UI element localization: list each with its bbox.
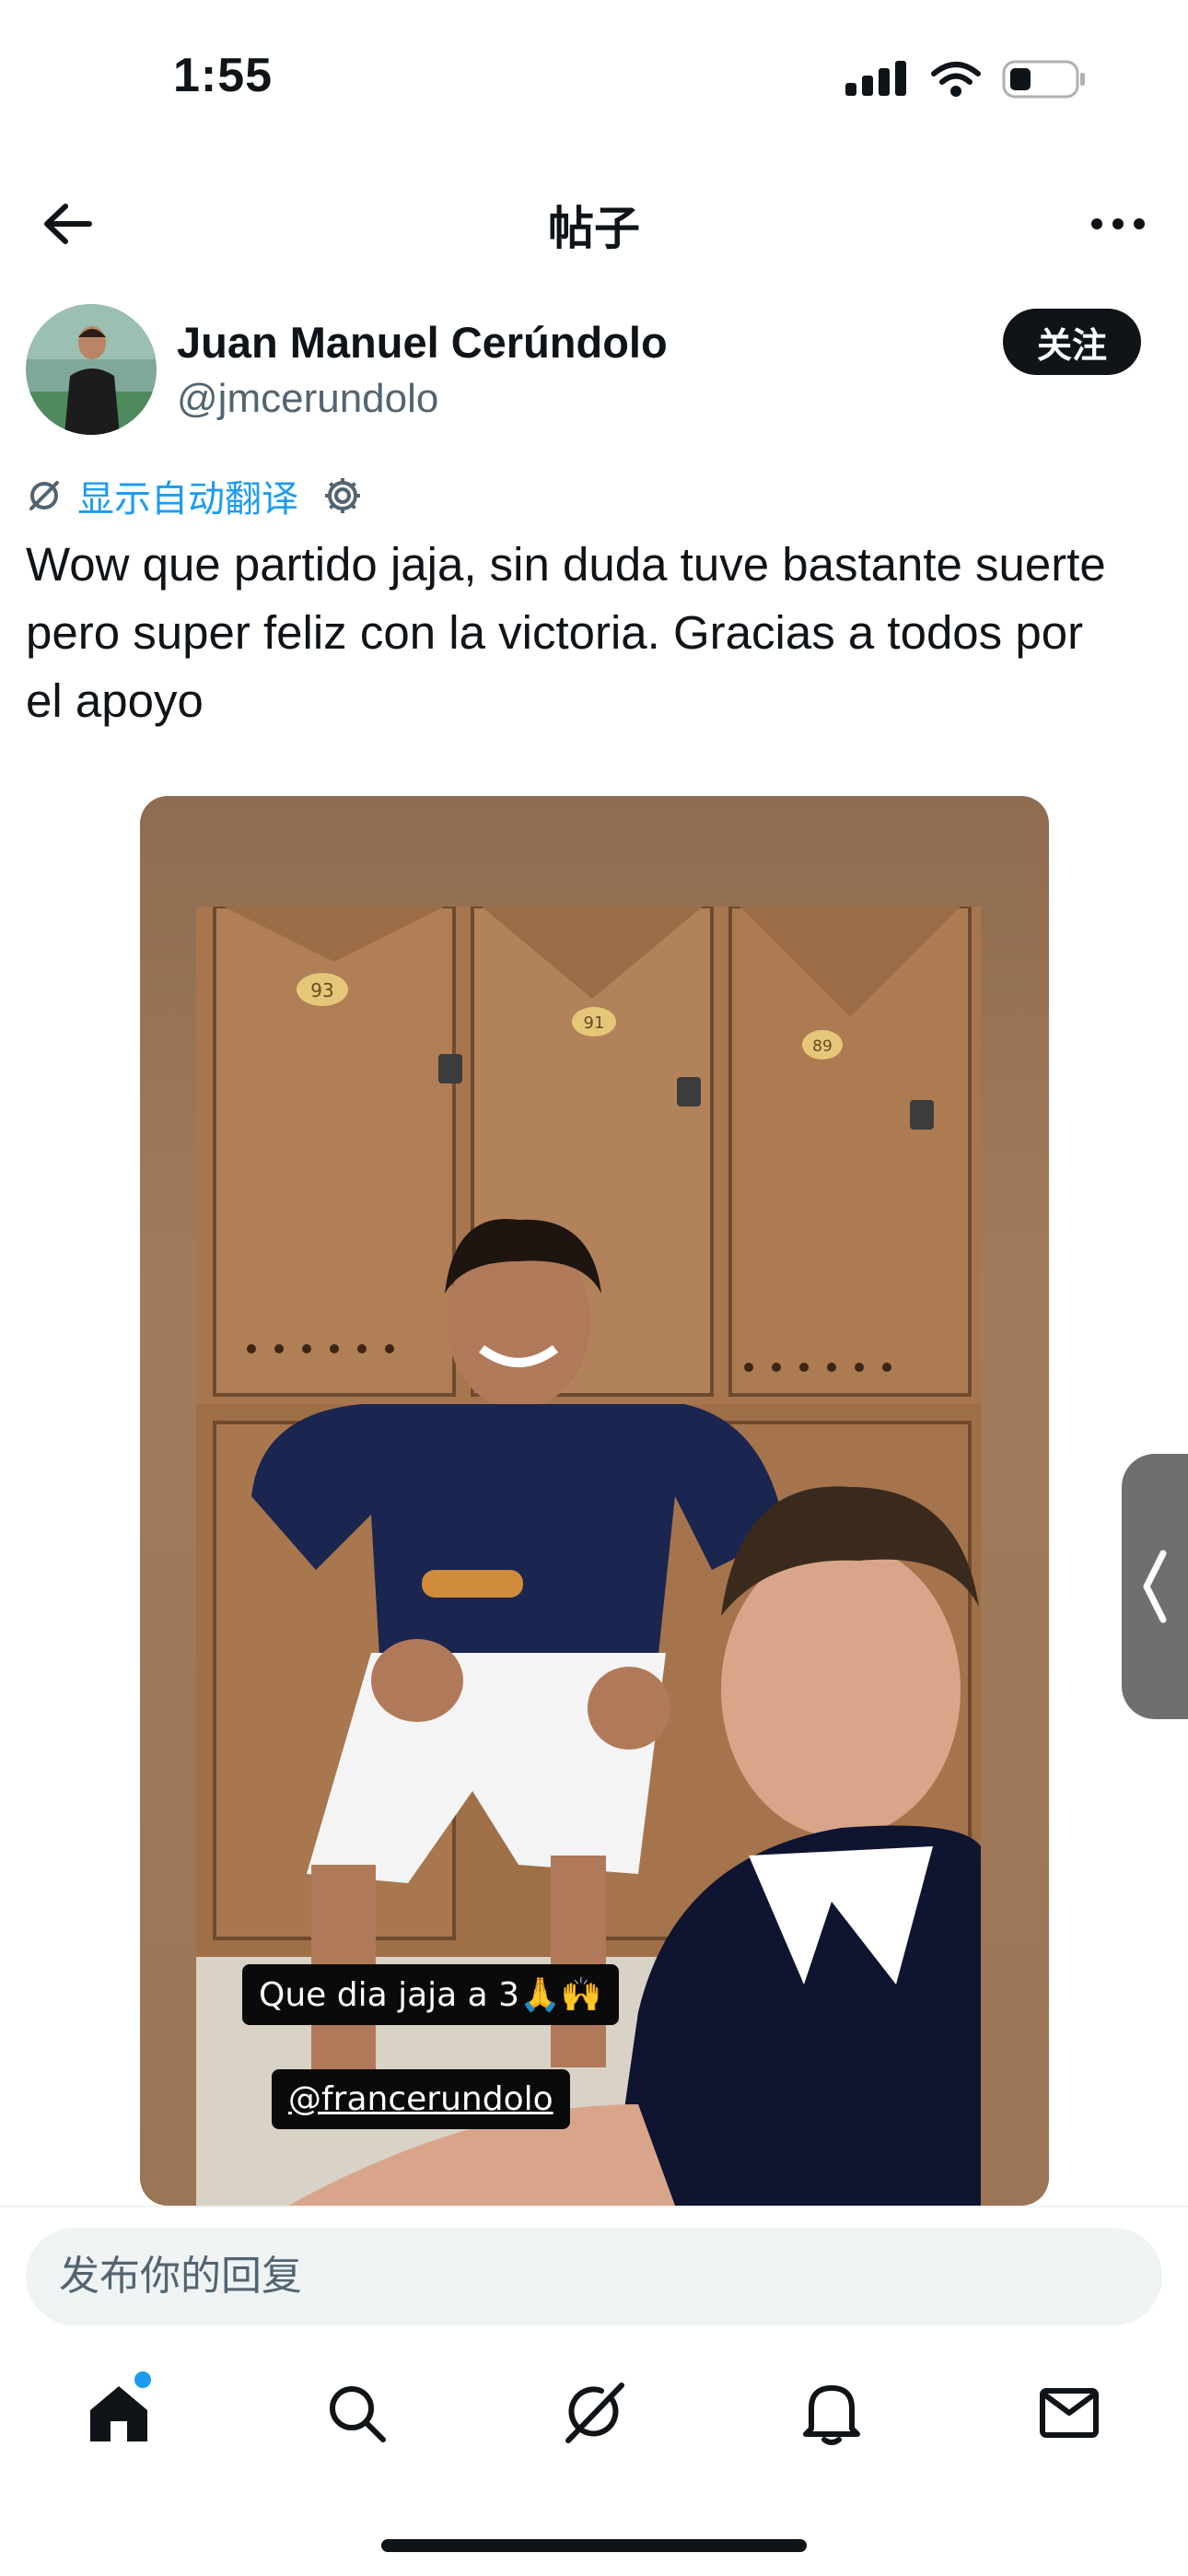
nav-search[interactable] [315,2371,398,2454]
locker-number: 93 [310,979,333,1001]
post-media[interactable]: 93 91 89 Que dia jaja a 3🙏🙌 @francerundo… [140,796,1049,2206]
status-time: 1:55 [173,49,274,102]
page-title: 帖子 [548,203,640,254]
locker-number: 89 [812,1037,833,1056]
signal-icon [845,61,906,96]
translate-icon [29,481,59,510]
post-text: Wow que partido jaja, sin duda tuve bast… [26,538,1106,727]
media-photo: 93 91 89 Que dia jaja a 3🙏🙌 @francerundo… [196,907,981,2206]
nav-grok[interactable] [553,2371,635,2454]
home-badge [134,2371,151,2388]
gear-icon[interactable] [322,475,363,516]
side-panel-tab[interactable] [1122,1454,1188,1719]
author-handle[interactable]: @jmcerundolo [177,376,438,422]
more-dots-icon [1091,218,1145,229]
locker-number: 91 [584,1013,605,1033]
nav-messages[interactable] [1028,2371,1111,2454]
reply-input[interactable] [26,2228,1162,2325]
home-icon [90,2386,147,2441]
messages-icon [1040,2388,1099,2438]
grok-icon [565,2383,624,2443]
follow-button[interactable]: 关注 [1003,309,1141,375]
translate-label[interactable]: 显示自动翻译 [77,469,298,522]
author-name[interactable]: Juan Manuel Cerúndolo [177,317,668,368]
notifications-icon [803,2385,860,2445]
chevron-left-icon [1143,1550,1167,1623]
status-icons [845,57,1087,101]
nav-notifications[interactable] [790,2371,873,2454]
wifi-icon [931,62,981,97]
avatar[interactable] [26,304,157,435]
more-button[interactable] [1081,192,1155,256]
story-mention: @francerundolo [272,2069,570,2129]
home-indicator [381,2539,807,2552]
battery-icon [1002,60,1085,99]
avatar-image [26,304,157,435]
search-icon [330,2386,386,2442]
translate-row[interactable]: 显示自动翻译 [26,470,363,521]
divider [0,2206,1188,2207]
story-caption: Que dia jaja a 3🙏🙌 [242,1964,619,2025]
